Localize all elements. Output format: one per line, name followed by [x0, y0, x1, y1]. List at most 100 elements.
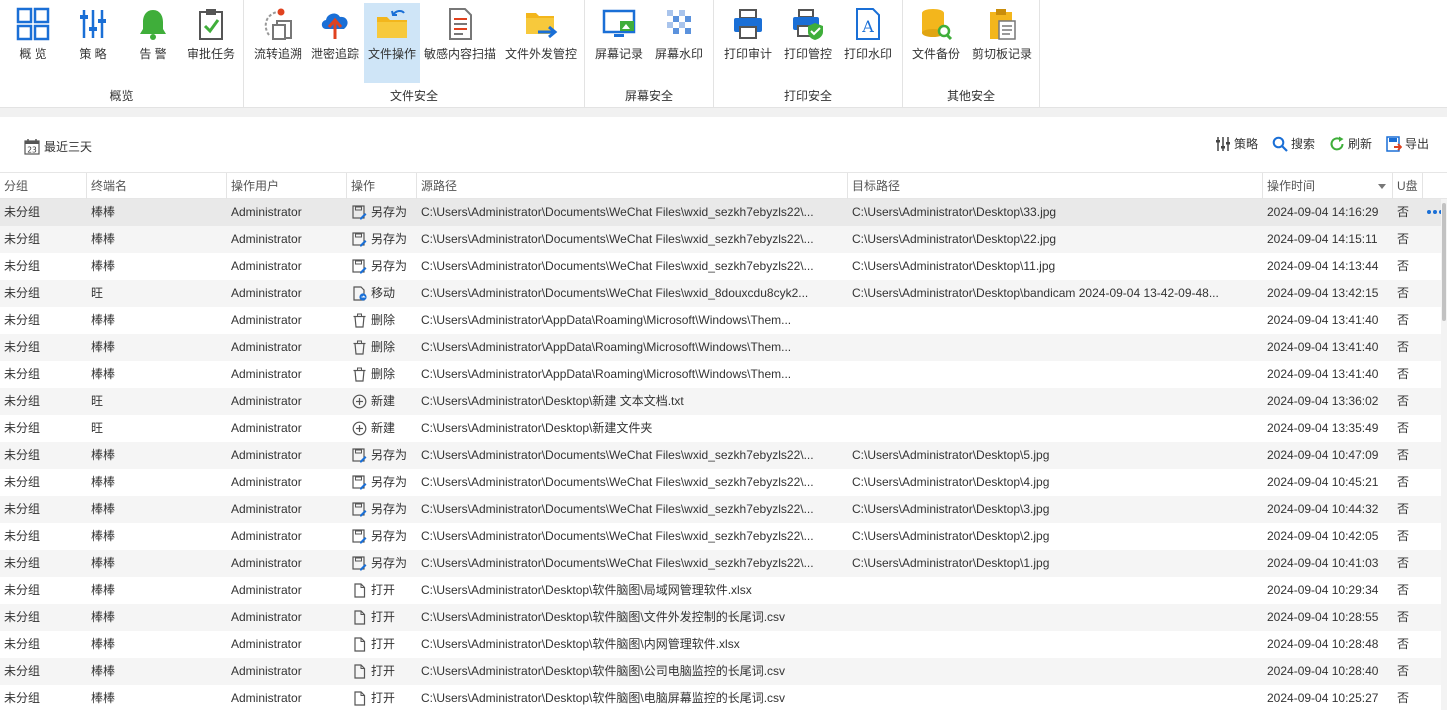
search-icon [1272, 136, 1288, 152]
cell-source-path: C:\Users\Administrator\Desktop\新建 文本文档.t… [421, 394, 684, 408]
column-header-time-label: 操作时间 [1267, 179, 1316, 193]
cell-target-path [848, 361, 1263, 388]
cell-user: Administrator [231, 421, 302, 435]
cell-terminal: 棒棒 [91, 529, 116, 543]
ribbon-group-overview: 概 览 策 略 告 警 审批任务 概览 [0, 0, 244, 108]
approval-task-button[interactable]: 审批任务 [184, 3, 238, 83]
column-header-group[interactable]: 分组 [0, 173, 87, 199]
flow-trace-label: 流转追溯 [253, 47, 302, 61]
screen-record-button[interactable]: 屏幕记录 [591, 3, 647, 83]
cell-user: Administrator [231, 583, 302, 597]
trash-icon [353, 367, 366, 382]
cell-user: Administrator [231, 286, 302, 300]
cell-group: 未分组 [4, 637, 41, 651]
table-row[interactable]: 未分组 棒棒 Administrator 另存为 C:\Users\Administra… [0, 469, 1447, 496]
cell-user: Administrator [231, 259, 302, 273]
leak-tracking-button[interactable]: 泄密追踪 [308, 3, 362, 83]
leak-tracking-label: 泄密追踪 [310, 47, 359, 61]
cell-time: 2024-09-04 10:28:48 [1267, 637, 1379, 651]
table-row[interactable]: 未分组 棒棒 Administrator 打开 C:\Users\Administrat… [0, 685, 1447, 710]
table-row[interactable]: 未分组 旺 Administrator 新建 C:\Users\Administrato… [0, 415, 1447, 442]
column-header-target-path[interactable]: 目标路径 [848, 173, 1263, 199]
cell-usb: 否 [1397, 340, 1410, 354]
cell-usb: 否 [1397, 556, 1410, 570]
table-row[interactable]: 未分组 棒棒 Administrator 另存为 C:\Users\Administra… [0, 496, 1447, 523]
file-send-control-button[interactable]: 文件外发管控 [502, 3, 580, 83]
table-row[interactable]: 未分组 旺 Administrator 新建 C:\Users\Administrato… [0, 388, 1447, 415]
flow-trace-button[interactable]: 流转追溯 [248, 3, 308, 83]
cell-usb: 否 [1397, 502, 1410, 516]
column-header-time[interactable]: 操作时间 [1263, 173, 1393, 199]
refresh-button[interactable]: 刷新 [1329, 135, 1372, 152]
table-row[interactable]: 未分组 旺 Administrator 移动 C:\Users\Administrato… [0, 280, 1447, 307]
cell-group: 未分组 [4, 394, 41, 408]
printer-shield-icon [793, 9, 823, 40]
file-icon [354, 691, 366, 706]
table-row[interactable]: 未分组 棒棒 Administrator 打开 C:\Users\Administrat… [0, 631, 1447, 658]
cell-source-path: C:\Users\Administrator\Desktop\软件脑图\电脑屏幕… [421, 691, 786, 705]
cell-user: Administrator [231, 394, 302, 408]
table-row[interactable]: 未分组 棒棒 Administrator 打开 C:\Users\Administrat… [0, 577, 1447, 604]
strategy-button[interactable]: 策略 [1215, 135, 1258, 152]
save-as-icon [352, 502, 367, 517]
ribbon-group-overview-label: 概览 [109, 89, 134, 103]
print-watermark-button[interactable]: A 打印水印 [840, 3, 896, 83]
file-backup-button[interactable]: 文件备份 [907, 3, 965, 83]
export-button[interactable]: 导出 [1386, 135, 1429, 152]
cell-time: 2024-09-04 14:13:44 [1267, 259, 1379, 273]
sensitive-scan-button[interactable]: 敏感内容扫描 [422, 3, 498, 83]
cell-group: 未分组 [4, 556, 41, 570]
date-filter-button[interactable]: 23 最近三天 [24, 137, 92, 155]
folder-send-icon [526, 13, 558, 39]
table-row[interactable]: 未分组 棒棒 Administrator 打开 C:\Users\Administrat… [0, 604, 1447, 631]
cell-source-path: C:\Users\Administrator\AppData\Roaming\M… [421, 340, 792, 354]
column-header-terminal[interactable]: 终端名 [87, 173, 227, 199]
cell-time: 2024-09-04 10:41:03 [1267, 556, 1379, 570]
cell-time: 2024-09-04 10:25:27 [1267, 691, 1379, 705]
sort-desc-icon[interactable] [1378, 184, 1386, 189]
table-row[interactable]: 未分组 棒棒 Administrator 另存为 C:\Users\Administra… [0, 226, 1447, 253]
alert-button[interactable]: 告 警 [126, 3, 180, 83]
cell-time: 2024-09-04 13:41:40 [1267, 313, 1379, 327]
vertical-scrollbar[interactable] [1441, 199, 1447, 710]
calendar-icon: 23 [24, 138, 40, 155]
table-row[interactable]: 未分组 棒棒 Administrator 另存为 C:\Users\Administra… [0, 253, 1447, 280]
scrollbar-thumb[interactable] [1442, 203, 1446, 321]
table-row[interactable]: 未分组 棒棒 Administrator 删除 C:\Users\Administrat… [0, 307, 1447, 334]
file-operation-label: 文件操作 [367, 47, 416, 61]
column-header-operation[interactable]: 操作 [347, 173, 417, 199]
table-row[interactable]: 未分组 棒棒 Administrator 删除 C:\Users\Administrat… [0, 361, 1447, 388]
print-control-button[interactable]: 打印管控 [780, 3, 836, 83]
column-header-user[interactable]: 操作用户 [227, 173, 347, 199]
cell-time: 2024-09-04 14:16:29 [1267, 205, 1379, 219]
table-row[interactable]: 未分组 棒棒 Administrator 删除 C:\Users\Administrat… [0, 334, 1447, 361]
print-audit-button[interactable]: 打印审计 [720, 3, 776, 83]
table-row[interactable]: 未分组 棒棒 Administrator 另存为 C:\Users\Administra… [0, 523, 1447, 550]
table-row[interactable]: 未分组 棒棒 Administrator 另存为 C:\Users\Administra… [0, 199, 1447, 226]
table-row[interactable]: 未分组 棒棒 Administrator 另存为 C:\Users\Administra… [0, 550, 1447, 577]
table-row[interactable]: 未分组 棒棒 Administrator 打开 C:\Users\Administrat… [0, 658, 1447, 685]
overview-button[interactable]: 概 览 [6, 3, 60, 83]
cell-target-path [848, 415, 1263, 442]
cell-source-path: C:\Users\Administrator\Documents\WeChat … [421, 529, 814, 543]
column-header-source-path[interactable]: 源路径 [417, 173, 848, 199]
cell-user: Administrator [231, 529, 302, 543]
cell-group: 未分组 [4, 232, 41, 246]
column-header-usb[interactable]: U盘 [1393, 173, 1423, 199]
save-as-icon [352, 556, 367, 571]
screen-watermark-button[interactable]: 屏幕水印 [651, 3, 707, 83]
strategy-ribbon-button[interactable]: 策 略 [66, 3, 120, 83]
clipboard-record-button[interactable]: 剪切板记录 [969, 3, 1035, 83]
move-icon [353, 286, 367, 301]
svg-text:A: A [861, 17, 874, 36]
cell-source-path: C:\Users\Administrator\Desktop\软件脑图\局域网管… [421, 583, 752, 597]
overview-label: 概 览 [19, 47, 47, 61]
ribbon-group-other-security-label: 其他安全 [946, 89, 995, 103]
cell-terminal: 棒棒 [91, 340, 116, 354]
cell-group: 未分组 [4, 340, 41, 354]
file-operation-button[interactable]: 文件操作 [364, 3, 420, 83]
sliders-icon [1215, 136, 1230, 151]
table-row[interactable]: 未分组 棒棒 Administrator 另存为 C:\Users\Administra… [0, 442, 1447, 469]
search-button[interactable]: 搜索 [1272, 135, 1315, 152]
cell-target-path: C:\Users\Administrator\Desktop\1.jpg [852, 556, 1050, 570]
